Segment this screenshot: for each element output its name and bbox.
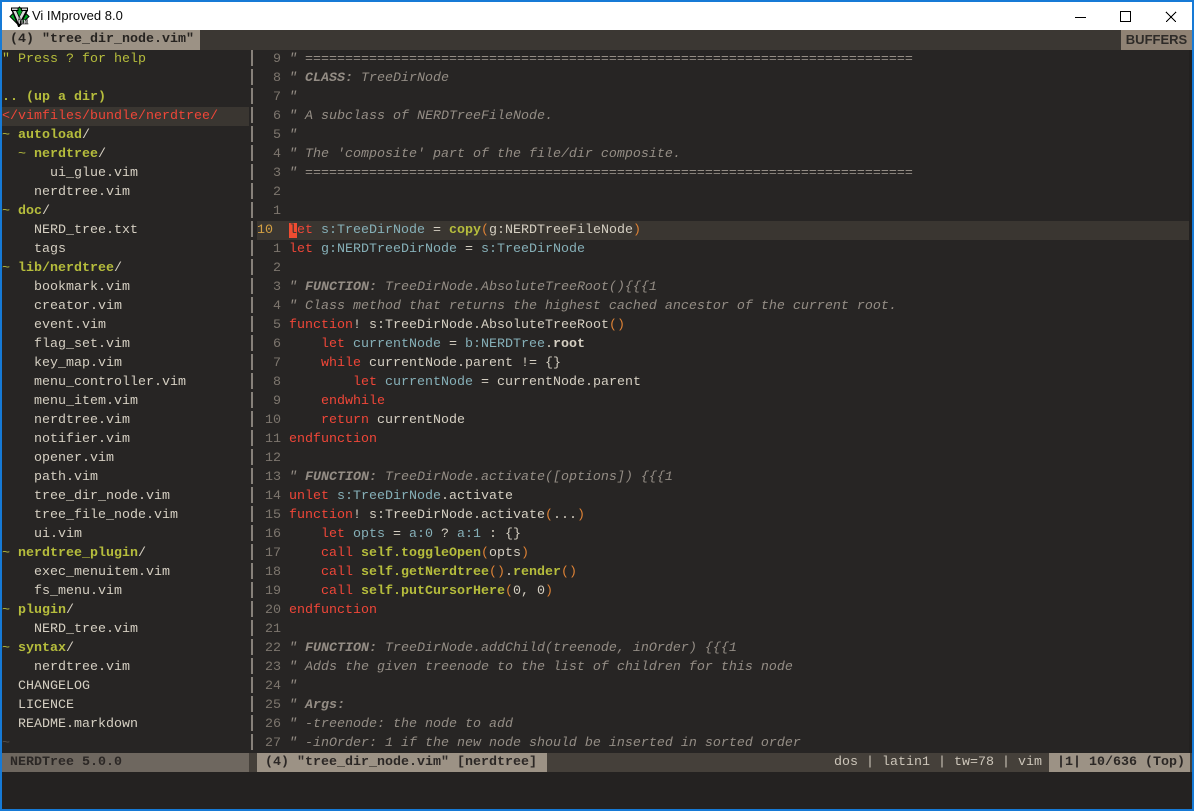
svg-text:im: im (18, 16, 29, 26)
